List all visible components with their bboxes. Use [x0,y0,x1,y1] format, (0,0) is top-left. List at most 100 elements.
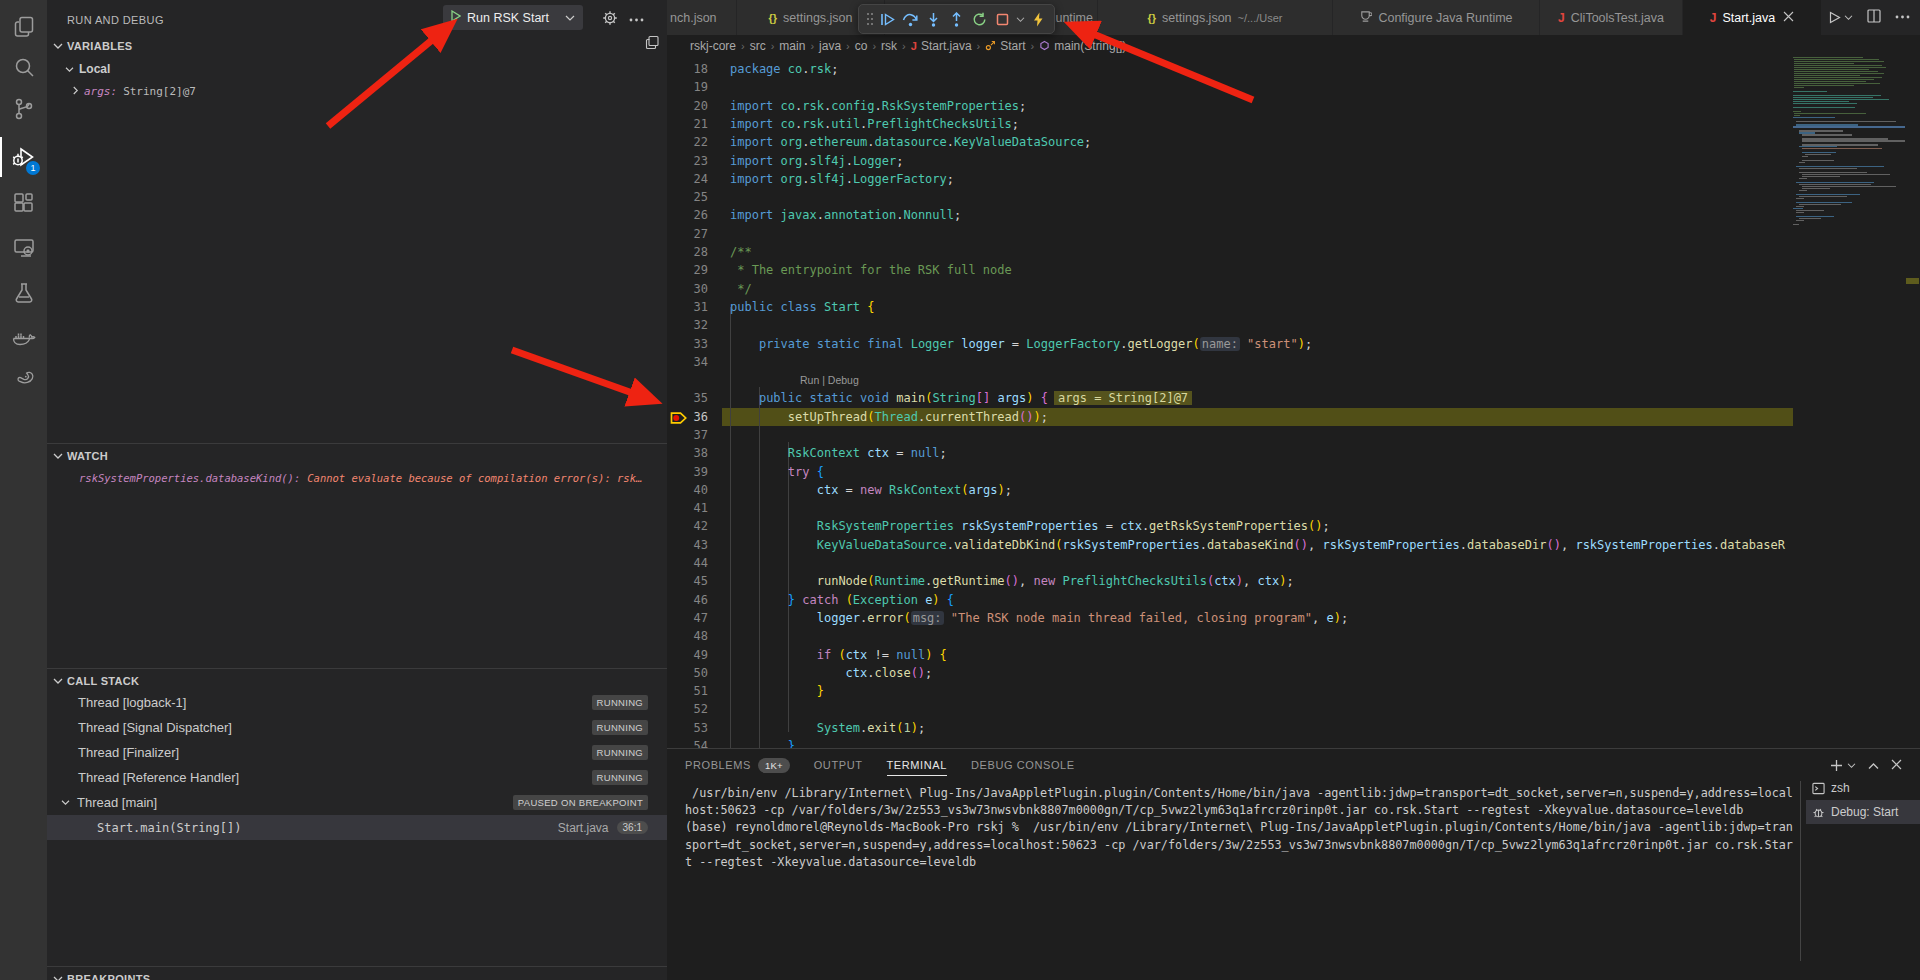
code-line-44: 44 [667,554,1920,572]
breadcrumb-item[interactable]: main [779,39,805,53]
minimap[interactable] [1793,57,1905,748]
breadcrumb-item[interactable]: rskj-core [690,39,736,53]
terminal-list: zshDebug: Start [1800,776,1920,824]
watch-section-header[interactable]: WATCH [47,445,667,467]
split-editor-button[interactable] [1867,9,1881,27]
run-config-dropdown[interactable]: Run RSK Start [443,5,583,30]
tab-configure-java-runtime[interactable]: Configure Java Runtime [1333,0,1540,35]
call-stack-thread[interactable]: Thread [Signal Dispatcher]RUNNING [47,715,667,740]
debug-toolbar [858,4,1055,34]
code-line-49: 49 if (ctx != null) { [667,645,1920,663]
run-file-button[interactable] [1828,11,1853,24]
drag-handle-icon [863,7,876,31]
search-icon[interactable] [0,47,47,87]
watch-expression[interactable]: rskSystemProperties.databaseKind(): Cann… [79,469,642,487]
tab-start.java[interactable]: JStart.java [1683,0,1822,35]
gradle-icon[interactable] [0,358,47,398]
panel-tab-output[interactable]: OUTPUT [814,749,863,781]
panel-tab-debug-console[interactable]: DEBUG CONSOLE [971,749,1075,781]
new-terminal-button[interactable] [1830,759,1856,772]
breadcrumb[interactable]: rskj-core›src›main›java›co›rsk›JStart.ja… [667,35,1920,57]
code-line-24: 24import org.slf4j.LoggerFactory; [667,170,1920,188]
variables-section-header[interactable]: VARIABLES [47,35,667,57]
code-line-51: 51 } [667,682,1920,700]
call-stack-thread[interactable]: Thread [Reference Handler]RUNNING [47,765,667,790]
code-line-25: 25 [667,188,1920,206]
call-stack-thread[interactable]: Thread [logback-1]RUNNING [47,690,667,715]
code-line-50: 50 ctx.close(); [667,664,1920,682]
activity-bar: 1 [0,0,47,980]
close-panel-button[interactable] [1891,756,1902,774]
code-line-29: 29 * The entrypoint for the RSK full nod… [667,261,1920,279]
breadcrumb-item[interactable]: rsk [881,39,897,53]
run-debug-icon[interactable] [0,137,47,177]
sidebar-title: RUN AND DEBUG [67,14,164,26]
code-line-42: 42 RskSystemProperties rskSystemProperti… [667,517,1920,535]
close-icon[interactable] [1783,10,1794,25]
remote-explorer-icon[interactable] [0,228,47,268]
bolt-button[interactable] [1027,7,1050,31]
code-line-46: 46 } catch (Exception e) { [667,591,1920,609]
code-line-30: 30 */ [667,279,1920,297]
call-stack-section-header[interactable]: CALL STACK [47,670,667,692]
call-stack-frame[interactable]: Start.main(String[])Start.java36:1 [47,815,667,840]
code-line-34: 34 [667,353,1920,371]
testing-icon[interactable] [0,273,47,313]
chevron-down-icon [565,11,575,25]
chevron-down-icon[interactable] [1014,7,1027,31]
breadcrumb-item[interactable]: main(String[]) [1039,39,1126,53]
java-runtime-icon [1359,10,1372,26]
maximize-panel-button[interactable] [1868,756,1879,774]
more-actions-icon[interactable] [1895,9,1910,27]
call-stack-thread[interactable]: Thread [Finalizer]RUNNING [47,740,667,765]
debug-count-badge: 1 [26,161,40,175]
method-symbol-icon [1039,40,1050,53]
breadcrumb-item[interactable]: java [819,39,841,53]
code-editor[interactable]: 17 */18package co.rsk;1920import co.rsk.… [667,57,1920,748]
breakpoints-section-header[interactable]: BREAKPOINTS [47,968,667,980]
tab-settings.json[interactable]: {}settings.json~/.../User [1098,0,1333,35]
source-control-icon[interactable] [0,89,47,129]
gear-icon[interactable] [602,10,618,30]
code-line-32: 32 [667,316,1920,334]
code-line-20: 20import co.rsk.config.RskSystemProperti… [667,97,1920,115]
terminal-list-item-zsh[interactable]: zsh [1806,776,1920,800]
step-into-button[interactable] [922,7,945,31]
code-line-33: 33 private static final Logger logger = … [667,334,1920,352]
tab-nch.json[interactable]: nch.json [667,0,737,35]
java-icon: J [1558,11,1565,25]
json-icon: {} [1148,12,1157,24]
code-line-39: 39 try { [667,462,1920,480]
java-icon: J [1710,11,1717,25]
breadcrumb-item[interactable]: Start [985,39,1025,53]
code-line-45: 45 runNode(Runtime.getRuntime(), new Pre… [667,572,1920,590]
run-and-debug-sidebar: RUN AND DEBUG Run RSK Start VARIABLES Lo… [47,0,667,980]
extensions-icon[interactable] [0,183,47,223]
stop-button[interactable] [991,7,1014,31]
code-line-21: 21import co.rsk.util.PreflightChecksUtil… [667,115,1920,133]
code-line-41: 41 [667,499,1920,517]
explorer-icon[interactable] [0,7,47,47]
code-line-40: 40 ctx = new RskContext(args); [667,481,1920,499]
variable-args[interactable]: args: String[2]@7 [72,82,196,100]
code-line-37: 37 [667,426,1920,444]
breadcrumb-item[interactable]: JStart.java [911,39,972,53]
tab-clitoolstest.java[interactable]: JCliToolsTest.java [1540,0,1683,35]
current-breakpoint-icon[interactable] [670,411,686,423]
terminal-list-item-debug-start[interactable]: Debug: Start [1806,800,1920,824]
step-over-button[interactable] [899,7,922,31]
panel-tab-terminal[interactable]: TERMINAL [887,749,947,781]
docker-icon[interactable] [0,317,47,357]
code-line-27: 27 [667,225,1920,243]
breadcrumb-item[interactable]: src [750,39,766,53]
variables-scope-local[interactable]: Local [65,60,110,78]
continue-button[interactable] [876,7,899,31]
more-actions-icon[interactable] [629,12,644,30]
panel-tab-problems[interactable]: PROBLEMS1K+ [685,749,790,781]
restart-button[interactable] [968,7,991,31]
call-stack-thread[interactable]: Thread [main]PAUSED ON BREAKPOINT [47,790,667,815]
terminal-output[interactable]: /usr/bin/env /Library/Internet\ Plug-Ins… [685,785,1797,871]
java-icon: J [911,40,917,52]
step-out-button[interactable] [945,7,968,31]
breadcrumb-item[interactable]: co [855,39,868,53]
